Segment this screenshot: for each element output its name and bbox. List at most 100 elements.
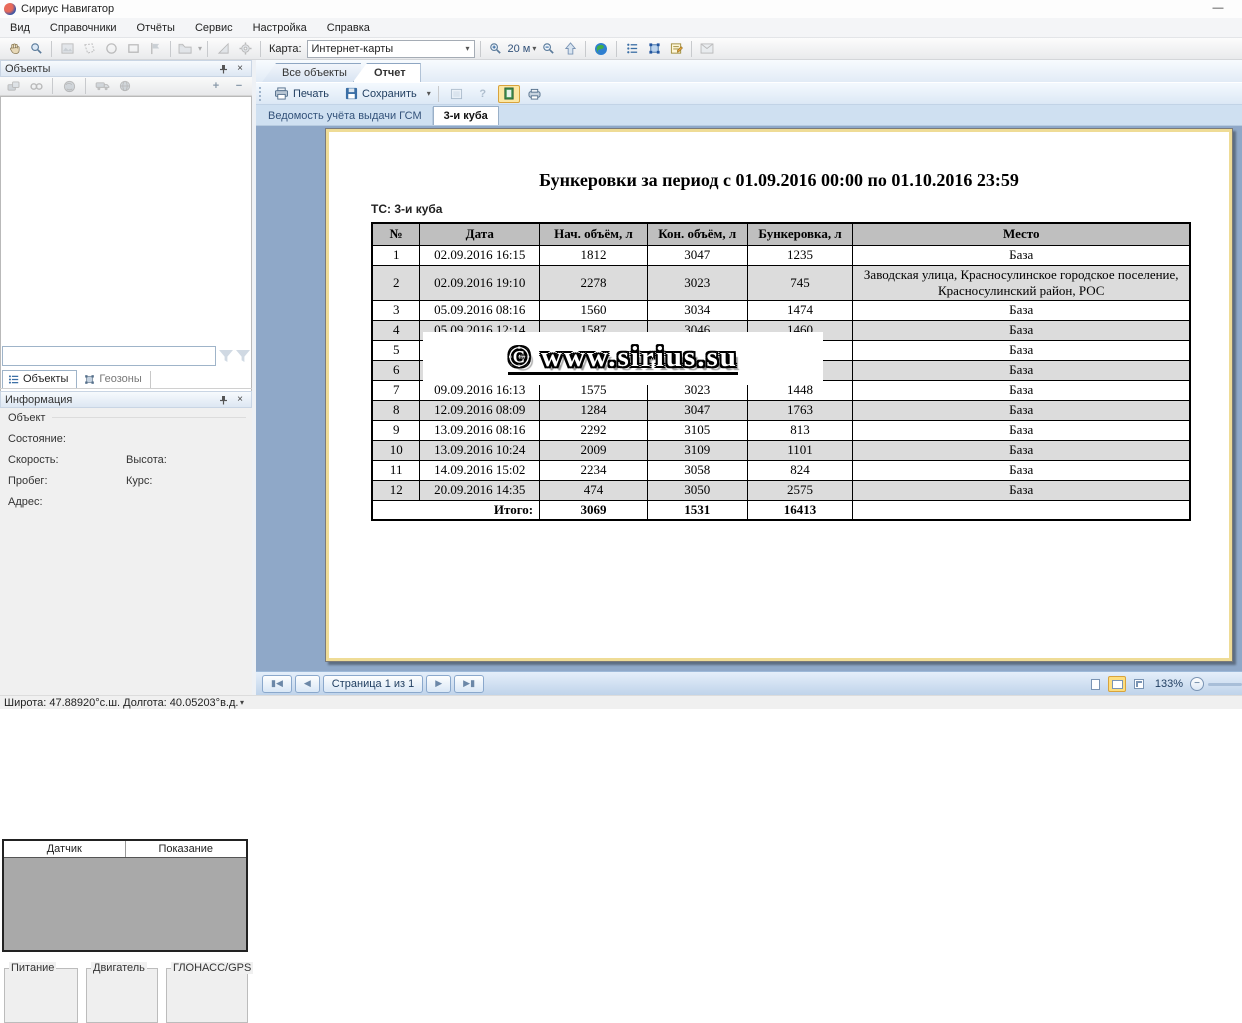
geozone-icon <box>84 374 95 385</box>
minimize-button[interactable]: — <box>1206 2 1230 16</box>
bunkering-cell: 2575 <box>747 480 853 500</box>
save-button[interactable]: Сохранить <box>339 85 423 102</box>
coordinates-text: Широта: 47.88920°с.ш. Долгота: 40.05203°… <box>4 697 238 709</box>
ruler-icon[interactable] <box>213 40 233 58</box>
prev-page-button[interactable]: ◀ <box>295 675 320 693</box>
next-page-button[interactable]: ▶ <box>426 675 451 693</box>
mail-icon[interactable] <box>697 40 717 58</box>
geozone-polygon-icon[interactable] <box>644 40 664 58</box>
row-number-cell: 6 <box>372 360 420 380</box>
start-volume-cell: 2009 <box>540 440 648 460</box>
pan-hand-icon[interactable] <box>4 40 24 58</box>
help-button[interactable]: ? <box>472 85 494 103</box>
toolbar-separator <box>691 41 692 57</box>
multi-page-view-button[interactable] <box>1130 676 1148 692</box>
app-icon <box>4 3 16 15</box>
last-page-button[interactable]: ▶▮ <box>454 675 484 693</box>
toolbar-grip[interactable] <box>258 86 262 102</box>
tab-geozones-label: Геозоны <box>99 373 141 385</box>
zoom-slider[interactable] <box>1208 683 1242 686</box>
show-on-map-icon[interactable] <box>59 77 79 95</box>
rect-select-icon[interactable] <box>123 40 143 58</box>
menu-settings[interactable]: Настройка <box>243 19 317 37</box>
date-cell: 14.09.2016 15:02 <box>420 460 540 480</box>
bunkering-cell: 1101 <box>747 440 853 460</box>
pin-icon[interactable] <box>219 395 233 405</box>
menu-view[interactable]: Вид <box>0 19 40 37</box>
vehicle-icon[interactable] <box>92 77 112 95</box>
circle-select-icon[interactable] <box>101 40 121 58</box>
toolbar-separator <box>52 78 53 94</box>
object-list-icon[interactable] <box>622 40 642 58</box>
home-extent-icon[interactable] <box>560 40 580 58</box>
date-cell: 02.09.2016 19:10 <box>420 265 540 300</box>
one-page-view-button[interactable] <box>1086 676 1104 692</box>
tab-gsm-report[interactable]: Ведомость учёта выдачи ГСМ <box>258 107 433 125</box>
main-tab-strip: Все объекты Отчет <box>256 60 1242 82</box>
total-bunkering: 16413 <box>747 500 853 520</box>
collapse-all-icon[interactable]: − <box>229 77 249 95</box>
tab-geozones[interactable]: Геозоны <box>79 371 150 388</box>
tab-3-kuba-label: 3-и куба <box>444 110 488 122</box>
polygon-select-icon[interactable] <box>79 40 99 58</box>
zoom-select-icon[interactable] <box>26 40 46 58</box>
row-number-cell: 1 <box>372 245 420 265</box>
clear-filter-icon[interactable] <box>236 350 250 362</box>
flag-icon[interactable] <box>145 40 165 58</box>
folder-dropdown-caret[interactable]: ▾ <box>198 44 202 53</box>
toolbar-separator <box>51 41 52 57</box>
save-dropdown-caret[interactable]: ▾ <box>427 89 431 98</box>
layers-folder-icon[interactable] <box>176 40 196 58</box>
tab-objects[interactable]: Объекты <box>2 370 77 388</box>
col-place: Место <box>853 223 1190 245</box>
close-icon[interactable]: × <box>233 63 247 74</box>
status-dropdown-caret[interactable]: ▾ <box>240 698 244 707</box>
tab-3-kuba[interactable]: 3-и куба <box>433 106 499 125</box>
first-page-button[interactable]: ▮◀ <box>262 675 292 693</box>
single-page-view-button[interactable] <box>498 85 520 103</box>
tab-objects-label: Объекты <box>23 373 68 385</box>
filter-icon[interactable] <box>219 350 233 362</box>
map-combo-caret: ▾ <box>466 44 470 53</box>
bunkering-cell: 1235 <box>747 245 853 265</box>
print-button[interactable]: Печать <box>268 85 335 102</box>
zoom-out-button[interactable]: − <box>1190 677 1204 691</box>
row-number-cell: 4 <box>372 320 420 340</box>
link-objects-icon[interactable] <box>26 77 46 95</box>
menu-reports[interactable]: Отчёты <box>127 19 185 37</box>
table-row: 202.09.2016 19:1022783023745Заводская ул… <box>372 265 1190 300</box>
menu-help[interactable]: Справка <box>317 19 380 37</box>
zoom-in-icon[interactable] <box>486 40 506 58</box>
bunkering-cell: 824 <box>747 460 853 480</box>
list-icon <box>8 374 19 385</box>
pin-icon[interactable] <box>219 64 233 74</box>
fit-width-view-button[interactable] <box>1108 676 1126 692</box>
world-icon[interactable] <box>115 77 135 95</box>
map-combo[interactable]: Интернет-карты ▾ <box>307 40 475 58</box>
menu-service[interactable]: Сервис <box>185 19 243 37</box>
globe-icon[interactable] <box>591 40 611 58</box>
speed-label: Скорость: <box>8 454 126 466</box>
add-object-icon[interactable] <box>3 77 23 95</box>
report-viewer[interactable]: Бункеровки за период с 01.09.2016 00:00 … <box>256 126 1242 671</box>
zoom-scale-value[interactable]: 20 м <box>508 43 531 55</box>
col-bunkering: Бункеровка, л <box>747 223 853 245</box>
search-input[interactable] <box>2 346 216 366</box>
close-icon[interactable]: × <box>233 394 247 405</box>
zoom-out-icon[interactable] <box>538 40 558 58</box>
notes-edit-icon[interactable] <box>666 40 686 58</box>
start-volume-cell: 2292 <box>540 420 648 440</box>
tab-report[interactable]: Отчет <box>353 63 421 82</box>
report-subtitle: ТС: 3-и куба <box>371 202 442 216</box>
print-layout-button[interactable] <box>524 85 546 103</box>
map-area-icon[interactable] <box>57 40 77 58</box>
question-icon: ? <box>479 88 486 100</box>
menu-directories[interactable]: Справочники <box>40 19 127 37</box>
expand-all-icon[interactable]: + <box>206 77 226 95</box>
row-number-cell: 7 <box>372 380 420 400</box>
table-header-row: № Дата Нач. объём, л Кон. объём, л Бунке… <box>372 223 1190 245</box>
zoom-scale-caret[interactable]: ▾ <box>532 44 536 53</box>
page-setup-button[interactable] <box>446 85 468 103</box>
gear-icon[interactable] <box>235 40 255 58</box>
tab-all-objects[interactable]: Все объекты <box>262 63 361 82</box>
